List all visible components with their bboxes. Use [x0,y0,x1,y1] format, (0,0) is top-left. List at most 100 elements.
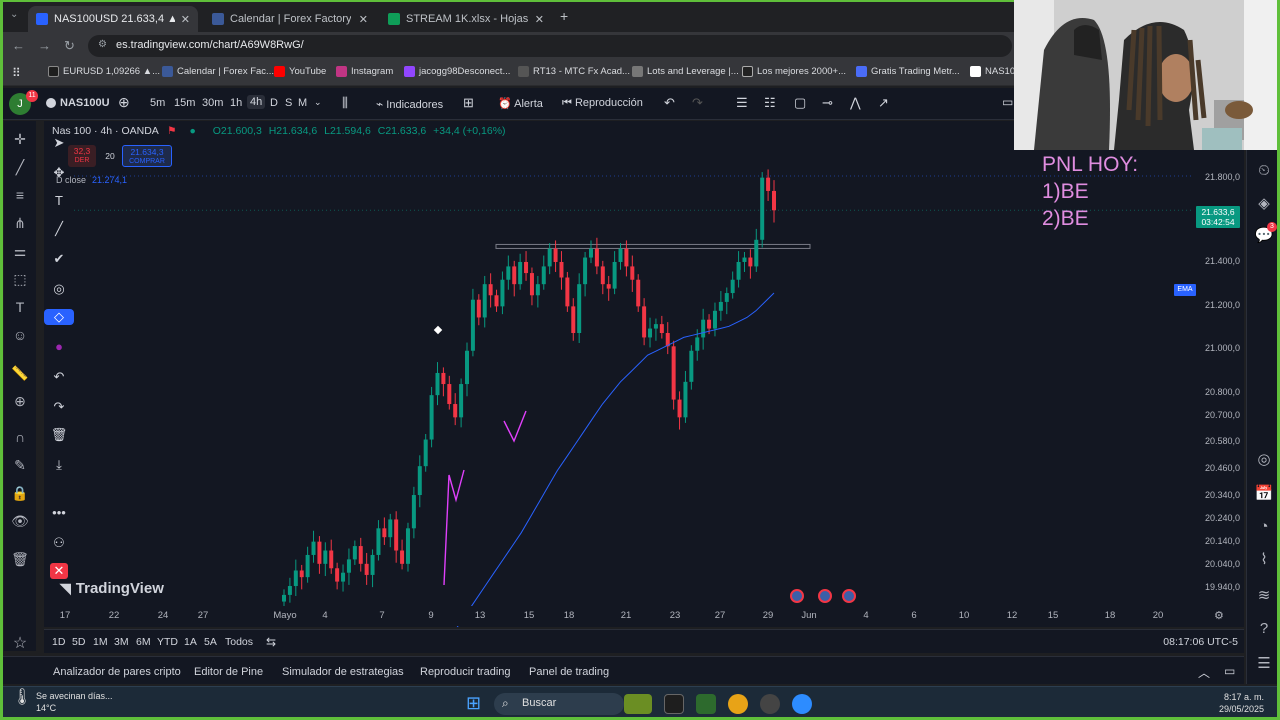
range-all[interactable]: Todos [225,636,253,648]
tab-trading-panel[interactable]: Panel de trading [529,666,609,678]
chrome-icon[interactable] [728,694,748,714]
ruler-icon[interactable]: 📏 [4,365,36,382]
pattern-tool-icon[interactable]: ⋀ [850,95,861,111]
us-event-flag-icon[interactable] [790,589,804,603]
url-field[interactable]: ⚙ es.tradingview.com/chart/A69W8RwG/ [88,35,1012,57]
interval-1h[interactable]: 1h [230,97,242,109]
bookmark-item[interactable]: Lots and Leverage |... [632,66,739,77]
bookmark-item[interactable]: EURUSD 1,09266 ▲... [48,66,160,77]
horizontal-lines-icon[interactable]: ≡ [4,187,36,203]
help-icon[interactable]: ? [1247,620,1280,637]
bookmark-item[interactable]: Instagram [336,66,393,77]
magnet-icon[interactable]: ∩ [4,429,36,445]
range-1m[interactable]: 1M [93,636,108,648]
taskbar-app-icon[interactable] [760,694,780,714]
close-icon[interactable]: ✕ [50,563,68,579]
weather-widget[interactable]: 🌡 Se avecinan días... 14°C [10,690,113,714]
emoji-icon[interactable]: ☺ [4,327,36,343]
bookmark-item[interactable]: YouTube [274,66,326,77]
text-tool-icon[interactable]: T [44,193,74,208]
tab-sheets[interactable]: STREAM 1K.xlsx - Hojas de cálc ✕ [380,6,552,32]
buy-button[interactable]: 21.634,3 COMPRAR [122,145,172,167]
taskbar-search[interactable]: ⌕ Buscar [494,693,624,715]
legend-symbol[interactable]: Nas 100 · 4h · OANDA [52,125,158,137]
drawing-tool-icon[interactable]: ☰ [736,95,748,111]
user-settings-icon[interactable]: ⚇ [44,535,74,551]
close-tab-icon[interactable]: ✕ [359,13,368,26]
windows-start-icon[interactable]: ⊞ [466,693,481,714]
fib-icon[interactable]: ⚌ [4,243,36,260]
undo-icon[interactable]: ↶ [664,95,675,111]
bookmark-item[interactable]: RT13 - MTC Fx Acad... [518,66,630,77]
horizontal-line-icon[interactable]: ⊸ [822,95,833,111]
interval-30m[interactable]: 30m [202,97,223,109]
fullscreen-icon[interactable]: ▭ [1002,95,1013,109]
price-chart[interactable] [44,121,1194,627]
interval-15m[interactable]: 15m [174,97,195,109]
color-picker-icon[interactable]: ● [44,339,74,354]
sell-button[interactable]: 32,3 DER [68,145,96,167]
interval-5m[interactable]: 5m [150,97,165,109]
chart-pane[interactable] [44,121,1194,627]
drawing-tool-icon[interactable]: ☷ [764,95,776,111]
bookmark-item[interactable]: Los mejores 2000+... [742,66,846,77]
new-tab-button[interactable]: + [560,8,568,24]
pencil-lock-icon[interactable]: ✎ [4,457,36,474]
trendline-icon[interactable]: ╱ [4,159,36,176]
chevron-down-icon[interactable]: ⌄ [314,97,322,108]
pie-icon[interactable]: ◔ [1247,518,1280,535]
alarm-clock-icon[interactable]: ⏲ [1247,162,1280,179]
download-icon[interactable]: ⤓ [44,457,74,473]
shapes-icon[interactable]: ⬚ [4,271,36,288]
forward-icon[interactable]: → [38,38,51,53]
bookmark-item[interactable]: Calendar | Forex Fac... [162,66,274,77]
watchlist-star-icon[interactable]: ☆ [4,633,36,653]
range-1d[interactable]: 1D [52,636,65,648]
feed-icon[interactable]: ≋ [1247,586,1280,604]
more-icon[interactable]: ••• [44,505,74,520]
range-3m[interactable]: 3M [114,636,129,648]
taskbar-app-icon[interactable] [696,694,716,714]
tab-strategy-tester[interactable]: Simulador de estrategias [282,666,404,678]
interval-s[interactable]: S [285,97,292,109]
menu-icon[interactable]: ☰ [1247,654,1280,672]
time-scale[interactable]: 17 22 24 27 Mayo 4 7 9 13 15 18 21 23 27… [44,606,1224,626]
trend-tool-icon[interactable]: ↗ [878,95,889,111]
range-6m[interactable]: 6M [136,636,151,648]
rectangle-tool-icon[interactable]: ▢ [794,95,806,111]
price-scale[interactable]: 21.800,0 21.400,0 21.200,0 21.000,0 20.8… [1194,121,1244,627]
redo-icon[interactable]: ↷ [44,399,74,415]
symbol-search[interactable]: NAS100U [46,97,110,109]
bookmark-item[interactable]: NAS10 [970,66,1015,77]
bookmark-item[interactable]: jacogg98Desconect... [404,66,510,77]
tab-tradingview[interactable]: NAS100USD 21.633,4 ▲ +0.72% ✕ [28,6,198,32]
system-clock[interactable]: 8:17 a. m. 29/05/2025 [1219,691,1264,715]
bookmark-item[interactable]: Gratis Trading Metr... [856,66,960,77]
target-icon[interactable]: ◎ [1247,450,1280,468]
apps-icon[interactable]: ⠿ [12,66,21,80]
chart-clock[interactable]: 08:17:06 UTC-5 [1163,636,1238,648]
range-1a[interactable]: 1A [184,636,197,648]
trash-icon[interactable]: 🗑 [4,551,36,568]
interval-4h[interactable]: 4h [247,95,266,109]
interval-m[interactable]: M [298,97,307,109]
range-5a[interactable]: 5A [204,636,217,648]
back-icon[interactable]: ← [12,38,25,53]
line-tool-icon[interactable]: ╱ [44,221,74,237]
target-icon[interactable]: ◎ [44,281,74,297]
eye-icon[interactable]: 👁 [4,513,36,530]
text-tool-icon[interactable]: T [4,299,36,315]
settings-icon[interactable]: ⚙ [1214,609,1224,622]
range-ytd[interactable]: YTD [157,636,178,648]
pitchfork-icon[interactable]: ⋔ [4,215,36,232]
trash-icon[interactable]: 🗑 [44,427,74,443]
maximize-icon[interactable]: ▭ [1224,664,1235,678]
taskbar-app-icon[interactable] [664,694,684,714]
taskbar-app-icon[interactable] [624,694,652,714]
candles-type-icon[interactable]: ⫼ [342,95,348,111]
check-icon[interactable]: ✔ [44,251,74,267]
tab-forex-factory[interactable]: Calendar | Forex Factory ✕ [204,6,376,32]
undo-icon[interactable]: ↶ [44,369,74,385]
zoom-app-icon[interactable] [792,694,812,714]
us-event-flag-icon[interactable] [818,589,832,603]
